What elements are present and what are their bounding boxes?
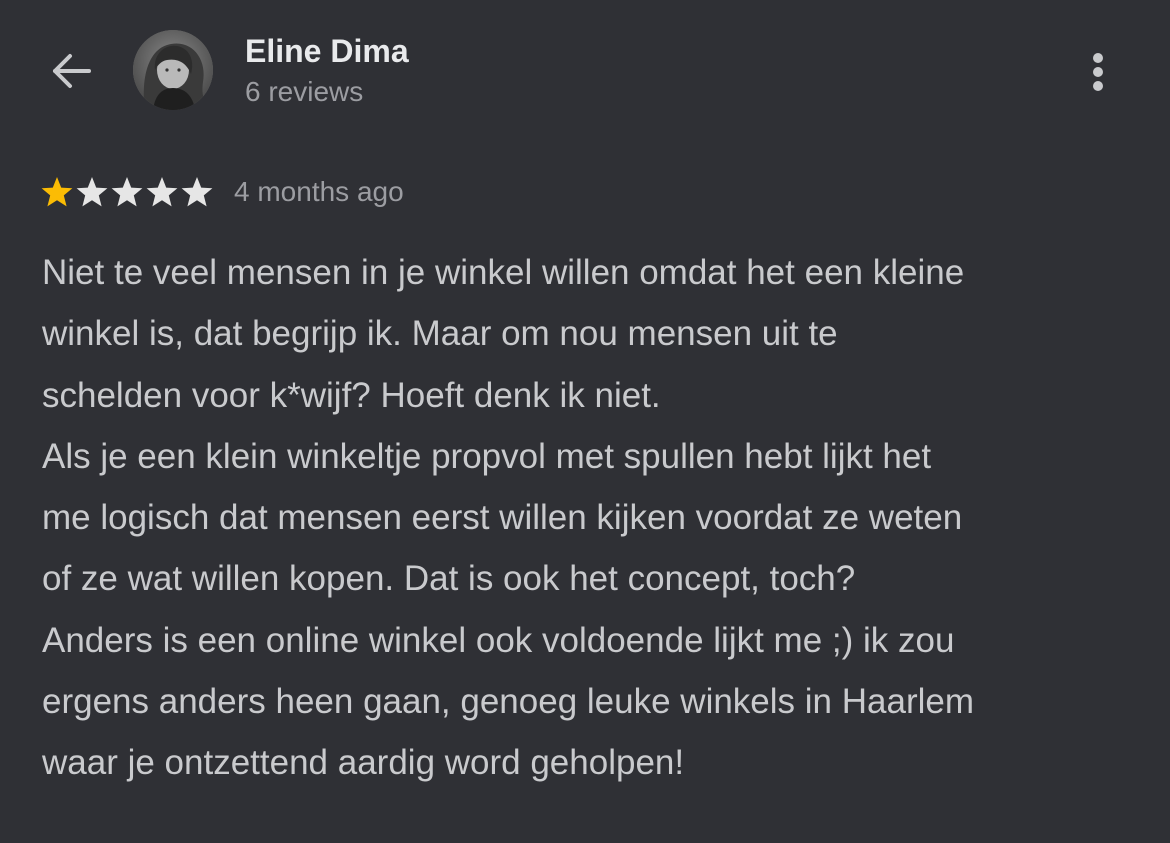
back-button[interactable]: [46, 46, 96, 96]
review-text-line: of ze wat willen kopen. Dat is ook het c…: [42, 559, 856, 599]
star-rating: [40, 175, 214, 209]
star-empty-icon: [181, 177, 213, 207]
star-empty-icon: [76, 177, 108, 207]
review-text-line: schelden voor k*wijf? Hoeft denk ik niet…: [42, 375, 661, 415]
review-text-line: ergens anders heen gaan, genoeg leuke wi…: [42, 682, 974, 722]
review-text-line: Anders is een online winkel ook voldoend…: [42, 620, 955, 660]
arrow-left-icon: [53, 54, 91, 88]
review-text-line: waar je ontzettend aardig word geholpen!: [42, 743, 685, 783]
review-header: Eline Dima 6 reviews: [0, 0, 1170, 150]
reviewer-name[interactable]: Eline Dima: [245, 33, 409, 70]
rating-row: 4 months ago: [40, 172, 404, 212]
review-text-line: Niet te veel mensen in je winkel willen …: [42, 253, 965, 292]
more-vertical-icon: [1093, 53, 1103, 91]
avatar[interactable]: [133, 30, 213, 110]
review-time: 4 months ago: [234, 176, 404, 207]
star-filled-icon: [41, 177, 73, 207]
reviewer-review-count[interactable]: 6 reviews: [245, 76, 363, 108]
review-text-line: Als je een klein winkeltje propvol met s…: [42, 436, 932, 476]
review-text: Niet te veel mensen in je winkel willen …: [42, 242, 1142, 794]
review-text-line: me logisch dat mensen eerst willen kijke…: [42, 498, 963, 538]
more-options-button[interactable]: [1078, 48, 1118, 96]
star-empty-icon: [111, 177, 143, 207]
review-text-line: winkel is, dat begrijp ik. Maar om nou m…: [42, 314, 838, 354]
user-photo-avatar: [133, 30, 213, 110]
star-empty-icon: [146, 177, 178, 207]
